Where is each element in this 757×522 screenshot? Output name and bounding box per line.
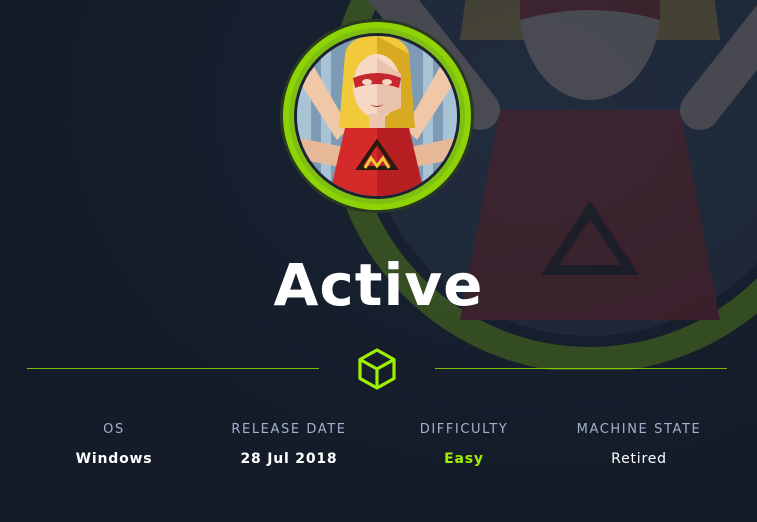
info-release-date: RELEASE DATE 28 Jul 2018 bbox=[199, 421, 379, 468]
release-date-value: 28 Jul 2018 bbox=[240, 451, 338, 467]
cube-icon bbox=[357, 347, 397, 391]
divider-right bbox=[435, 368, 727, 369]
info-machine-state: MACHINE STATE Retired bbox=[549, 421, 729, 468]
divider-left bbox=[27, 368, 319, 369]
info-difficulty: DIFFICULTY Easy bbox=[374, 421, 554, 468]
os-value: Windows bbox=[75, 451, 153, 467]
info-os: OS Windows bbox=[24, 421, 204, 468]
difficulty-label: DIFFICULTY bbox=[419, 422, 509, 437]
hero-avatar-icon bbox=[280, 19, 474, 213]
release-date-label: RELEASE DATE bbox=[231, 422, 347, 437]
machine-avatar bbox=[279, 18, 475, 214]
machine-card: Active OS Windows RELEASE DATE 28 Jul 20… bbox=[0, 0, 757, 522]
machine-name: Active bbox=[273, 251, 484, 319]
machine-state-label: MACHINE STATE bbox=[576, 422, 702, 437]
os-label: OS bbox=[103, 422, 125, 437]
machine-state-value: Retired bbox=[611, 451, 667, 467]
difficulty-value: Easy bbox=[444, 451, 484, 467]
